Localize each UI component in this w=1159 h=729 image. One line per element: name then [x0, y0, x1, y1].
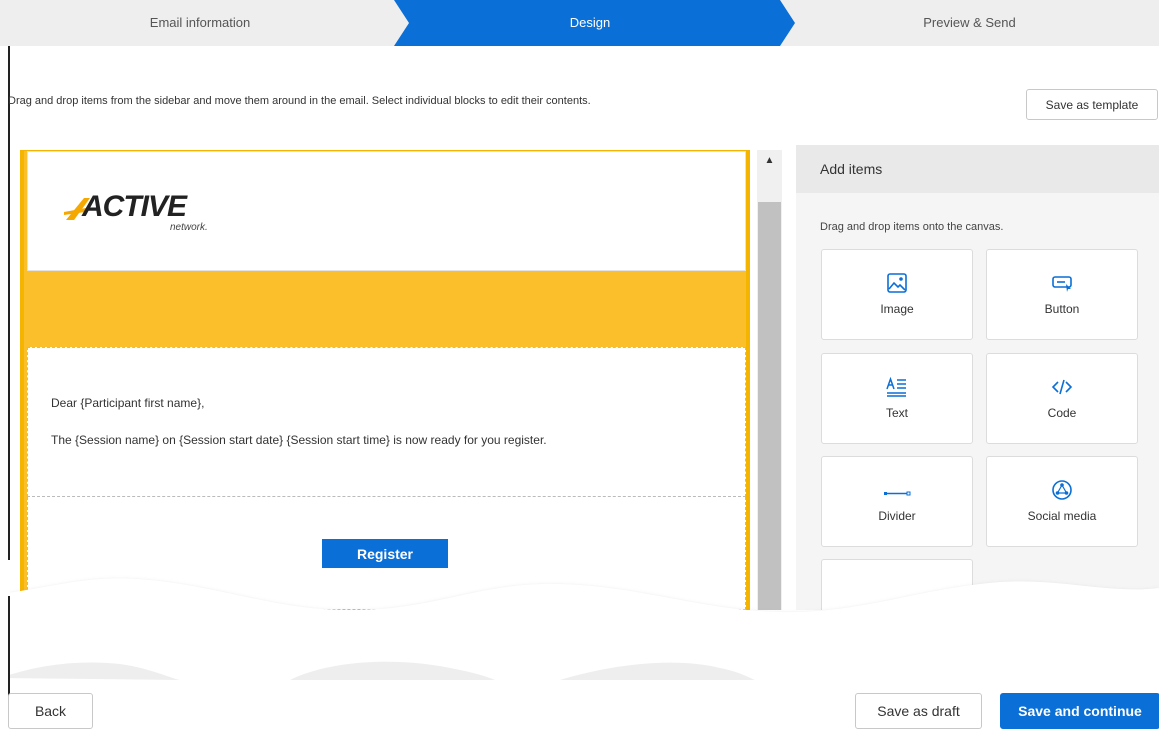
button-icon	[987, 272, 1137, 294]
scroll-thumb[interactable]	[758, 202, 781, 610]
add-items-sidebar: Add items Drag and drop items onto the c…	[796, 145, 1159, 610]
add-image-tile[interactable]: Image	[821, 249, 973, 340]
social-media-icon	[987, 479, 1137, 501]
step-email-information[interactable]: Email information	[0, 0, 400, 46]
image-icon	[822, 272, 972, 294]
add-text-tile[interactable]: Text	[821, 353, 973, 444]
tile-label: Code	[1047, 406, 1077, 420]
canvas-scrollbar[interactable]: ▲	[757, 150, 782, 610]
torn-edge-overlay	[0, 560, 1159, 690]
save-as-template-button[interactable]: Save as template	[1026, 89, 1158, 120]
tile-label: Text	[885, 406, 908, 420]
selected-block-outline	[20, 150, 750, 610]
scroll-up-arrow-icon[interactable]: ▲	[757, 150, 782, 170]
tile-label: Divider	[878, 509, 916, 523]
text-icon	[822, 376, 972, 398]
email-canvas[interactable]: ACTIVE network. Dear {Participant first …	[20, 150, 750, 610]
tile-label: Social media	[1027, 509, 1097, 523]
progress-stepper: Email information Design Preview & Send	[0, 0, 1159, 46]
add-code-tile[interactable]: Code	[986, 353, 1138, 444]
add-button-tile[interactable]: Button	[986, 249, 1138, 340]
code-icon	[987, 376, 1137, 398]
add-social-media-tile[interactable]: Social media	[986, 456, 1138, 547]
sidebar-hint: Drag and drop items onto the canvas.	[820, 221, 1004, 233]
instructions-text: Drag and drop items from the sidebar and…	[8, 95, 591, 107]
sidebar-title: Add items	[820, 161, 883, 177]
step-design[interactable]: Design	[400, 0, 780, 46]
divider-icon	[822, 479, 972, 501]
tile-label: Image	[880, 302, 914, 316]
tile-label: Button	[1044, 302, 1080, 316]
step-preview-send[interactable]: Preview & Send	[780, 0, 1159, 46]
add-divider-tile[interactable]: Divider	[821, 456, 973, 547]
sidebar-header: Add items	[796, 145, 1159, 193]
